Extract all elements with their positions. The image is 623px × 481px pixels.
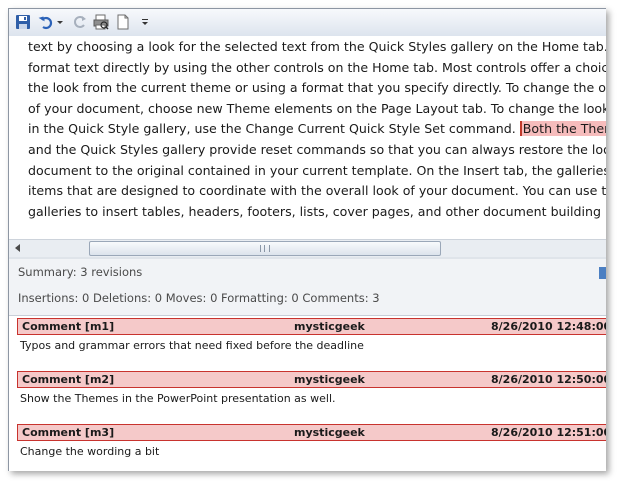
quick-access-toolbar [9,9,606,37]
new-document-icon[interactable] [115,14,131,30]
redo-icon[interactable] [72,14,88,30]
horizontal-scrollbar[interactable] [9,239,606,258]
comment-header: Comment [m3] mysticgeek 8/26/2010 12:51:… [17,424,606,441]
comment-header: Comment [m1] mysticgeek 8/26/2010 12:48:… [17,318,606,335]
scroll-left-icon[interactable] [15,244,20,252]
document-line: galleries to insert tables, headers, foo… [28,203,606,219]
expand-details-icon[interactable] [599,267,606,279]
comment-label: Comment [m1] [22,320,115,333]
customize-toolbar-icon[interactable] [140,14,150,30]
comment-entry[interactable]: Comment [m3] mysticgeek 8/26/2010 12:51:… [17,424,606,458]
grip-icon [260,245,270,252]
word-window: text by choosing a look for the selected… [8,8,606,471]
comment-author: mysticgeek [294,426,365,439]
undo-icon[interactable] [38,14,54,30]
document-line-text: in the Quick Style gallery, use the Chan… [28,121,520,137]
comment-date: 8/26/2010 12:51:00 [491,426,606,439]
comment-text[interactable]: Show the Themes in the PowerPoint presen… [17,388,606,405]
divider [9,315,606,316]
print-preview-icon[interactable] [93,14,109,30]
comment-entry[interactable]: Comment [m2] mysticgeek 8/26/2010 12:50:… [17,371,606,405]
revision-summary: Summary: 3 revisions [18,265,143,279]
document-line: in the Quick Style gallery, use the Chan… [9,119,606,140]
comment-header: Comment [m2] mysticgeek 8/26/2010 12:50:… [17,371,606,388]
comment-author: mysticgeek [294,320,365,333]
reviewing-pane-header: Summary: 3 revisions Insertions: 0 Delet… [9,259,606,315]
comment-text[interactable]: Typos and grammar errors that need fixed… [17,335,606,352]
comment-label: Comment [m3] [22,426,115,439]
undo-dropdown-icon[interactable] [56,14,64,30]
revision-highlight[interactable]: Both the Themes gal [519,121,606,137]
comment-text[interactable]: Change the wording a bit [17,441,606,458]
document-line: format text directly by using the other … [28,59,606,75]
comment-label: Comment [m2] [22,373,115,386]
document-line: text by choosing a look for the selected… [28,39,606,54]
comment-date: 8/26/2010 12:48:00 [491,320,606,333]
document-body[interactable]: text by choosing a look for the selected… [9,36,606,239]
comment-entry[interactable]: Comment [m1] mysticgeek 8/26/2010 12:48:… [17,318,606,352]
scrollbar-thumb[interactable] [89,241,441,256]
document-line: the look from the current theme or using… [28,80,606,96]
save-icon[interactable] [15,14,31,30]
document-line: document to the original contained in yo… [28,162,606,178]
comment-author: mysticgeek [294,373,365,386]
document-line: items that are designed to coordinate wi… [28,183,606,199]
revision-counts: Insertions: 0 Deletions: 0 Moves: 0 Form… [18,291,380,305]
document-line: and the Quick Styles gallery provide res… [28,141,606,157]
comment-date: 8/26/2010 12:50:00 [491,373,606,386]
document-line: of your document, choose new Theme eleme… [28,100,606,116]
